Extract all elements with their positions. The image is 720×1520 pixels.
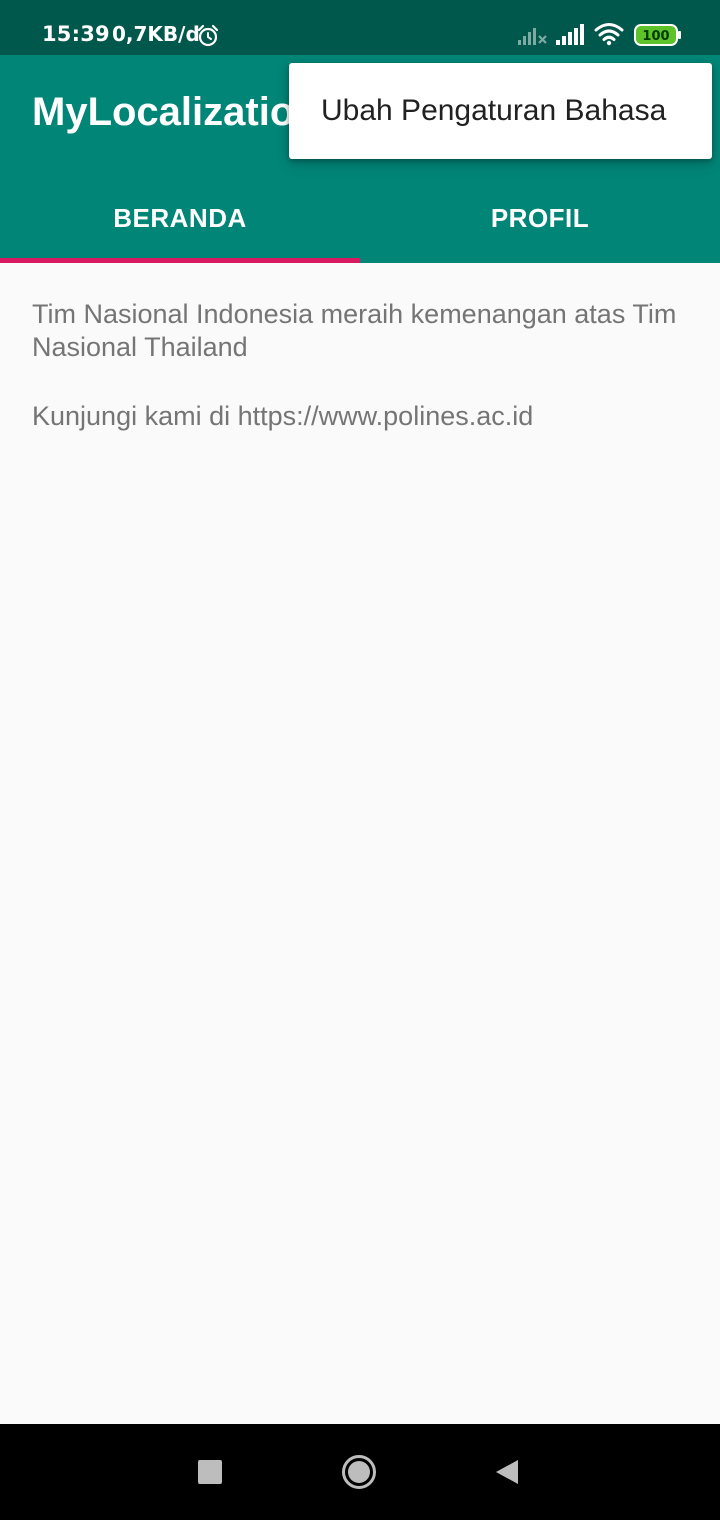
battery-icon: 100 [634, 24, 681, 46]
overflow-menu: Ubah Pengaturan Bahasa [289, 63, 712, 159]
alarm-icon [197, 24, 219, 47]
back-icon[interactable] [494, 1458, 520, 1486]
signal-x-icon [518, 28, 547, 45]
tab-indicator [0, 258, 360, 263]
wifi-icon [594, 23, 624, 46]
navigation-bar [0, 1424, 720, 1520]
menu-item-label: Ubah Pengaturan Bahasa [321, 94, 667, 127]
status-network-speed: 0,7KB/d [112, 22, 200, 46]
recents-icon[interactable] [198, 1460, 222, 1484]
tab-beranda[interactable]: BERANDA [0, 173, 360, 263]
svg-text:100: 100 [642, 29, 669, 44]
tab-profil[interactable]: PROFIL [360, 173, 720, 263]
status-time: 15:39 [42, 22, 110, 46]
tab-beranda-label: BERANDA [113, 202, 247, 233]
app-title: MyLocalization [32, 90, 319, 134]
home-icon[interactable] [341, 1454, 377, 1490]
signal-icon [556, 24, 584, 45]
content-area: Tim Nasional Indonesia meraih kemenangan… [32, 298, 682, 469]
headline-text: Tim Nasional Indonesia meraih kemenangan… [32, 299, 677, 362]
menu-item-change-language[interactable]: Ubah Pengaturan Bahasa [321, 94, 666, 128]
status-bar: 15:39 0,7KB/d 100 [0, 0, 720, 55]
tab-bar: BERANDA PROFIL [0, 173, 720, 263]
visit-text: Kunjungi kami di https://www.polines.ac.… [32, 401, 534, 431]
tab-profil-label: PROFIL [490, 202, 590, 233]
screen: 15:39 0,7KB/d 100 MyLocalization BERANDA… [0, 0, 720, 1520]
